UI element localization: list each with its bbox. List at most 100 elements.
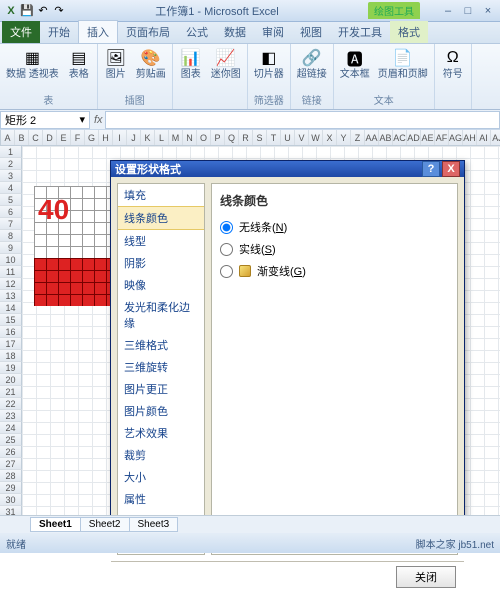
col-header[interactable]: AI <box>477 130 491 145</box>
picture-button[interactable]: 🖼图片 <box>102 46 130 82</box>
col-header[interactable]: Z <box>351 130 365 145</box>
category-item[interactable]: 属性 <box>118 488 204 510</box>
row-header[interactable]: 25 <box>0 434 22 446</box>
col-header[interactable]: AD <box>407 130 421 145</box>
col-header[interactable]: S <box>253 130 267 145</box>
col-header[interactable]: R <box>239 130 253 145</box>
name-box[interactable]: 矩形 2▾ <box>0 111 90 129</box>
textbox-button[interactable]: 🅰文本框 <box>338 46 372 82</box>
col-header[interactable]: H <box>99 130 113 145</box>
col-header[interactable]: J <box>127 130 141 145</box>
dialog-category-list[interactable]: 填充线条颜色线型阴影映像发光和柔化边缘三维格式三维旋转图片更正图片颜色艺术效果裁… <box>117 183 205 555</box>
row-header[interactable]: 20 <box>0 374 22 386</box>
col-header[interactable]: O <box>197 130 211 145</box>
row-header[interactable]: 28 <box>0 470 22 482</box>
dialog-titlebar[interactable]: 设置形状格式 ? X <box>111 161 464 177</box>
category-item[interactable]: 裁剪 <box>118 444 204 466</box>
row-header[interactable]: 29 <box>0 482 22 494</box>
row-header[interactable]: 19 <box>0 362 22 374</box>
category-item[interactable]: 阴影 <box>118 252 204 274</box>
category-item[interactable]: 三维旋转 <box>118 356 204 378</box>
col-header[interactable]: I <box>113 130 127 145</box>
chevron-down-icon[interactable]: ▾ <box>79 113 85 126</box>
category-item[interactable]: 填充 <box>118 184 204 206</box>
sheet-tab-3[interactable]: Sheet3 <box>129 517 179 532</box>
sheet-tab-2[interactable]: Sheet2 <box>80 517 130 532</box>
row-header[interactable]: 23 <box>0 410 22 422</box>
row-header[interactable]: 15 <box>0 314 22 326</box>
restore-button[interactable]: □ <box>460 5 476 17</box>
col-header[interactable]: AC <box>393 130 407 145</box>
pivottable-button[interactable]: ▦数据 透视表 <box>4 46 61 82</box>
row-header[interactable]: 21 <box>0 386 22 398</box>
category-item[interactable]: 映像 <box>118 274 204 296</box>
col-header[interactable]: G <box>85 130 99 145</box>
row-header[interactable]: 24 <box>0 422 22 434</box>
row-header[interactable]: 5 <box>0 194 22 206</box>
tab-pagelayout[interactable]: 页面布局 <box>118 21 178 43</box>
clipart-button[interactable]: 🎨剪贴画 <box>134 46 168 82</box>
category-item[interactable]: 图片颜色 <box>118 400 204 422</box>
col-header[interactable]: D <box>43 130 57 145</box>
sheet-tab-1[interactable]: Sheet1 <box>30 517 81 532</box>
row-header[interactable]: 3 <box>0 170 22 182</box>
category-item[interactable]: 三维格式 <box>118 334 204 356</box>
dialog-close-footer-button[interactable]: 关闭 <box>396 566 456 588</box>
tab-home[interactable]: 开始 <box>40 21 78 43</box>
row-header[interactable]: 18 <box>0 350 22 362</box>
col-header[interactable]: B <box>15 130 29 145</box>
category-item[interactable]: 线型 <box>118 230 204 252</box>
col-header[interactable]: U <box>281 130 295 145</box>
slicer-button[interactable]: ◧切片器 <box>252 46 286 82</box>
category-item[interactable]: 大小 <box>118 466 204 488</box>
row-header[interactable]: 12 <box>0 278 22 290</box>
hyperlink-button[interactable]: 🔗超链接 <box>295 46 329 82</box>
col-header[interactable]: F <box>71 130 85 145</box>
minimize-button[interactable]: – <box>440 5 456 17</box>
tab-data[interactable]: 数据 <box>216 21 254 43</box>
shape-rectangle-2[interactable]: 40 <box>34 186 118 306</box>
col-header[interactable]: AE <box>421 130 435 145</box>
category-item[interactable]: 线条颜色 <box>118 206 204 230</box>
radio-gradient-line-input[interactable] <box>220 265 233 278</box>
col-header[interactable]: W <box>309 130 323 145</box>
col-header[interactable]: AA <box>365 130 379 145</box>
col-header[interactable]: L <box>155 130 169 145</box>
table-button[interactable]: ▤表格 <box>65 46 93 82</box>
col-header[interactable]: V <box>295 130 309 145</box>
fx-label[interactable]: fx <box>94 114 103 126</box>
radio-solid-line-input[interactable] <box>220 243 233 256</box>
save-icon[interactable]: 💾 <box>20 4 34 18</box>
col-header[interactable]: A <box>1 130 15 145</box>
col-header[interactable]: AJ <box>491 130 500 145</box>
dialog-close-button[interactable]: X <box>442 161 460 177</box>
category-item[interactable]: 发光和柔化边缘 <box>118 296 204 334</box>
dialog-help-button[interactable]: ? <box>422 161 440 177</box>
row-header[interactable]: 10 <box>0 254 22 266</box>
radio-no-line[interactable]: 无线条(N) <box>220 219 449 235</box>
redo-icon[interactable]: ↷ <box>52 4 66 18</box>
radio-solid-line[interactable]: 实线(S) <box>220 241 449 257</box>
tab-review[interactable]: 审阅 <box>254 21 292 43</box>
undo-icon[interactable]: ↶ <box>36 4 50 18</box>
tab-formulas[interactable]: 公式 <box>178 21 216 43</box>
row-header[interactable]: 9 <box>0 242 22 254</box>
col-header[interactable]: M <box>169 130 183 145</box>
col-header[interactable]: AF <box>435 130 449 145</box>
row-header[interactable]: 16 <box>0 326 22 338</box>
col-header[interactable]: E <box>57 130 71 145</box>
col-header[interactable]: N <box>183 130 197 145</box>
col-header[interactable]: K <box>141 130 155 145</box>
row-header[interactable]: 17 <box>0 338 22 350</box>
row-header[interactable]: 13 <box>0 290 22 302</box>
radio-gradient-line[interactable]: 渐变线(G) <box>220 263 449 279</box>
col-header[interactable]: C <box>29 130 43 145</box>
tab-view[interactable]: 视图 <box>292 21 330 43</box>
row-header[interactable]: 7 <box>0 218 22 230</box>
tab-file[interactable]: 文件 <box>2 21 40 43</box>
row-header[interactable]: 30 <box>0 494 22 506</box>
row-header[interactable]: 2 <box>0 158 22 170</box>
symbol-button[interactable]: Ω符号 <box>439 46 467 82</box>
row-header[interactable]: 8 <box>0 230 22 242</box>
close-button[interactable]: × <box>480 5 496 17</box>
